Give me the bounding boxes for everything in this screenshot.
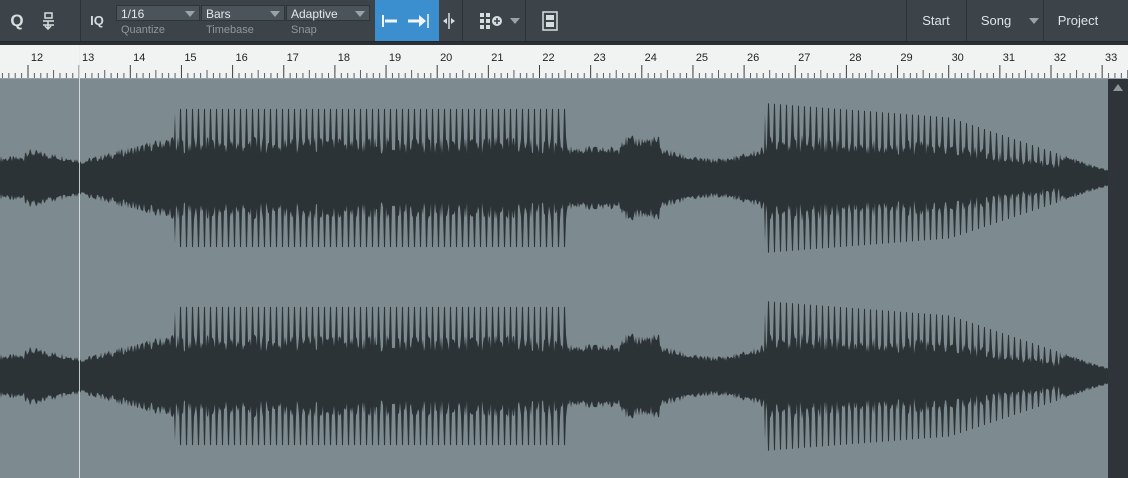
ruler-bar-label: 29 (900, 52, 913, 64)
toolbar: Q IQ 1/16 Quantize Bars Timebase Adaptiv… (0, 0, 1128, 42)
ruler-bar-label: 14 (133, 52, 146, 64)
chevron-down-icon (270, 11, 280, 17)
ruler-bar-label: 24 (644, 52, 657, 64)
ruler-bar-label: 27 (798, 52, 811, 64)
ruler-bar-label: 18 (337, 52, 351, 64)
ruler-bar-label: 21 (491, 52, 504, 64)
quantize-label: Quantize (121, 24, 166, 36)
snap-start-icon[interactable] (379, 0, 401, 41)
video-icon[interactable] (538, 0, 562, 41)
ruler-bar-label: 31 (1002, 52, 1015, 64)
scroll-up-icon[interactable] (1113, 84, 1123, 91)
chevron-down-icon[interactable] (1025, 0, 1043, 41)
ruler-bar-label: 16 (235, 52, 248, 64)
quantize-dropdown[interactable]: 1/16 (116, 5, 200, 21)
ruler-bar-label: 19 (388, 52, 402, 64)
ruler-bar-label: 28 (849, 52, 862, 64)
snap-arrow-icon[interactable] (405, 0, 431, 41)
iq-button[interactable]: IQ (84, 0, 110, 41)
split-icon[interactable] (440, 0, 458, 41)
vertical-scrollbar[interactable] (1108, 79, 1128, 478)
ruler-bar-label: 22 (542, 52, 555, 64)
chevron-down-icon (185, 11, 195, 17)
song-button[interactable]: Song (967, 0, 1025, 41)
ruler-bar-label: 32 (1053, 52, 1067, 64)
ruler-bar-label: 30 (951, 52, 964, 64)
timebase-dropdown[interactable]: Bars (201, 5, 285, 21)
ruler-bar-label: 17 (286, 52, 299, 64)
chevron-down-icon[interactable] (508, 0, 522, 41)
chevron-down-icon (355, 11, 365, 17)
timebase-label: Timebase (206, 24, 254, 36)
ruler-bar-label: 23 (593, 52, 606, 64)
start-button[interactable]: Start (907, 0, 965, 41)
snap-mode-group (375, 0, 439, 41)
snap-label: Snap (291, 24, 317, 36)
ruler-bar-label: 20 (440, 52, 453, 64)
grid-add-icon[interactable] (476, 0, 506, 41)
playhead-cursor[interactable] (79, 45, 80, 478)
timeline-ruler[interactable]: 12 13 14 15 16 17 18 19 20 21 22 23 24 25 26 27 28 29 30 31… (0, 45, 1128, 79)
project-button[interactable]: Project (1044, 0, 1112, 41)
input-quantize-icon[interactable] (36, 0, 62, 41)
snap-dropdown[interactable]: Adaptive (286, 5, 370, 21)
ruler-bar-label: 25 (695, 52, 709, 64)
timebase-value: Bars (206, 7, 231, 21)
ruler-bar-label: 13 (82, 52, 95, 64)
quantize-value: 1/16 (121, 7, 145, 21)
ruler-bar-label: 33 (1105, 52, 1118, 64)
audio-waveform (0, 103, 1108, 451)
ruler-bar-label: 15 (184, 52, 197, 64)
quantize-button[interactable]: Q (4, 0, 30, 41)
ruler-bar-label: 12 (30, 52, 44, 64)
ruler-bar-label: 26 (746, 52, 760, 64)
audio-event[interactable] (0, 79, 1108, 478)
snap-value: Adaptive (291, 7, 338, 21)
